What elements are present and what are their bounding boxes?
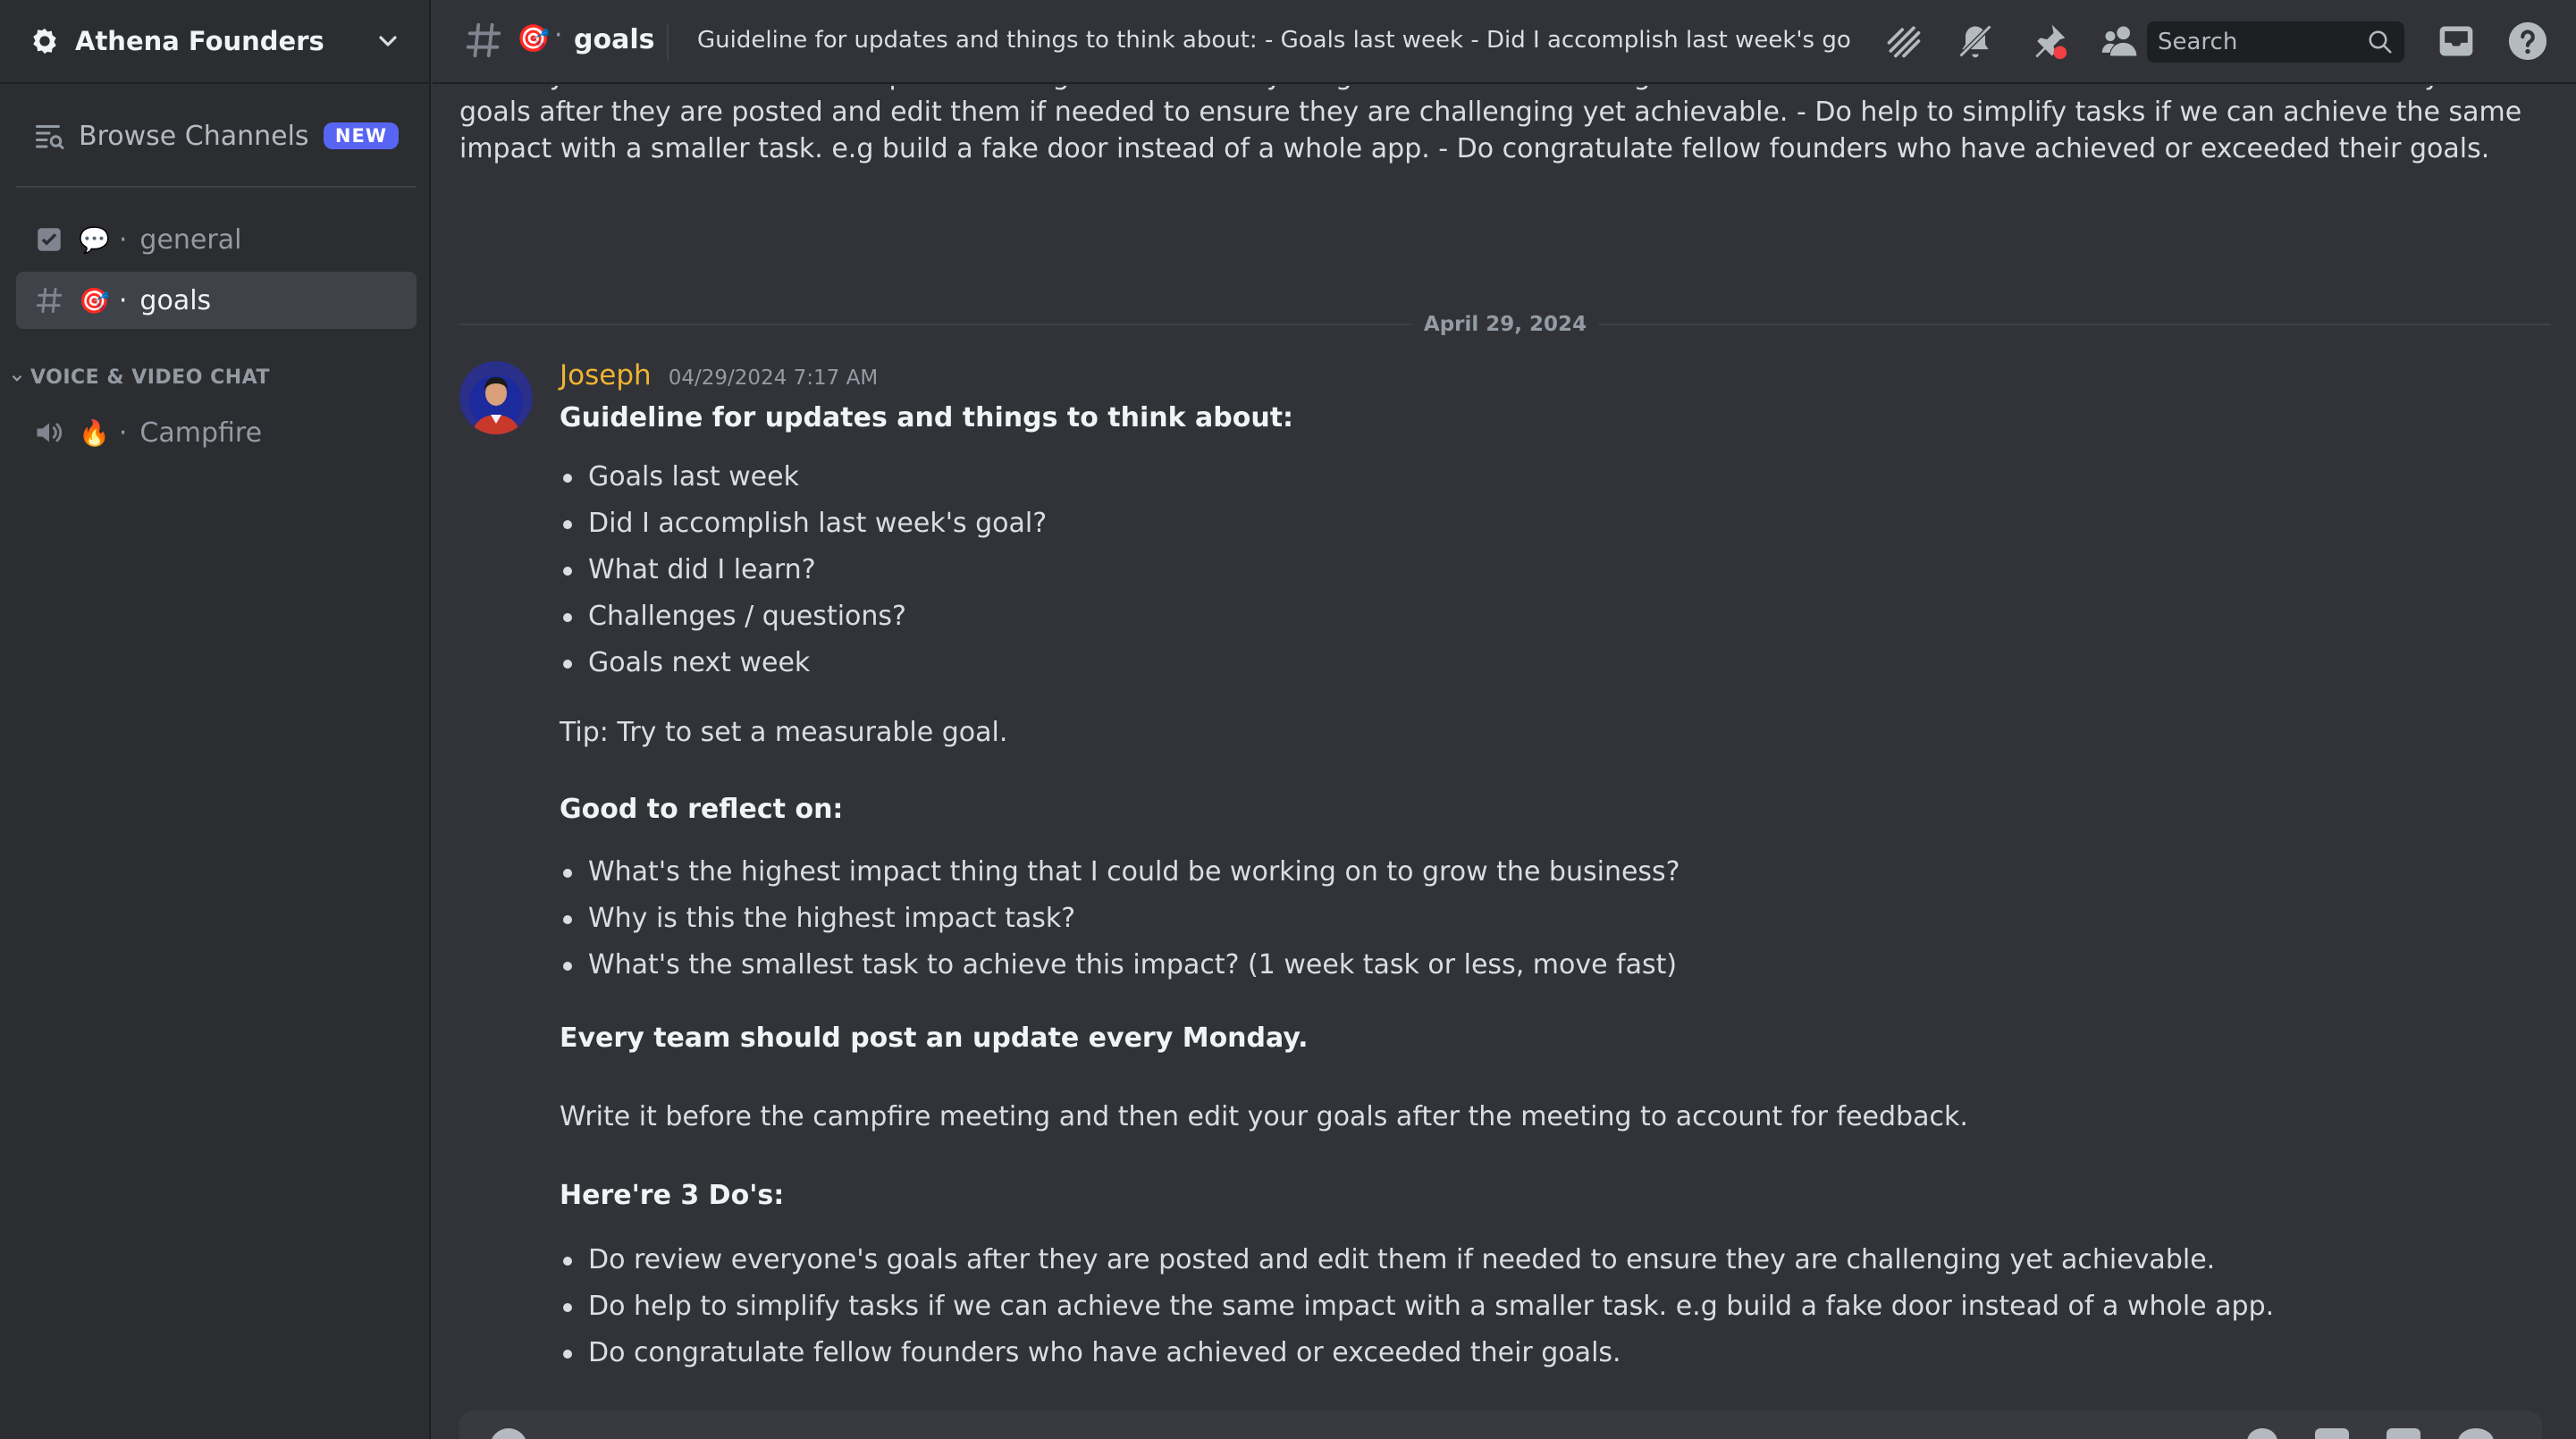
server-name: Athena Founders: [75, 26, 324, 56]
message-paragraph: Write it before the campfire meeting and…: [560, 1101, 1968, 1132]
search-box[interactable]: [2147, 21, 2404, 63]
message-heading: Every team should post an update every M…: [560, 1022, 1309, 1054]
channel-header: 🎯 · goals Guideline for updates and thin…: [433, 0, 2576, 84]
list-item: What did I learn?: [560, 547, 2544, 593]
voice-category-header[interactable]: VOICE & VIDEO CHAT: [9, 366, 270, 389]
channel-name: goals: [139, 284, 212, 316]
message-header: Joseph 04/29/2024 7:17 AM: [560, 359, 878, 391]
author-name[interactable]: Joseph: [560, 359, 652, 391]
search-icon: [2369, 30, 2392, 54]
message-heading: Guideline for updates and things to thin…: [560, 402, 1294, 433]
browse-channels-icon: [32, 119, 66, 153]
list-item: What's the highest impact thing that I c…: [560, 849, 2544, 896]
date-divider-label: April 29, 2024: [1423, 313, 1587, 336]
tip-text: Tip: Try to set a measurable goal.: [560, 717, 1008, 748]
browse-channels-label: Browse Channels: [79, 120, 309, 152]
inbox-icon[interactable]: [2435, 20, 2478, 63]
message-timestamp: 04/29/2024 7:17 AM: [668, 366, 879, 390]
separator-dot: ·: [554, 20, 563, 51]
channel-emoji: 🔥: [79, 417, 110, 448]
pin-icon[interactable]: [2027, 20, 2070, 63]
help-icon[interactable]: [2506, 20, 2549, 63]
server-guide-icon: [29, 25, 61, 57]
header-divider: [667, 23, 669, 61]
notification-muted-icon[interactable]: [1954, 20, 1997, 63]
sidebar-divider: [16, 186, 417, 188]
previous-message-text: Monday. Write it before the campfire mee…: [459, 86, 2522, 164]
avatar[interactable]: [459, 361, 533, 434]
message-list[interactable]: Monday. Write it before the campfire mee…: [433, 86, 2576, 1439]
message-composer[interactable]: [459, 1410, 2542, 1439]
sidebar-item-campfire[interactable]: 🔥 · Campfire: [16, 404, 417, 461]
list-item: Do congratulate fellow founders who have…: [560, 1330, 2544, 1376]
separator-dot: ·: [118, 417, 128, 449]
server-header[interactable]: Athena Founders: [0, 0, 431, 84]
threads-icon[interactable]: [1882, 20, 1925, 63]
member-list-icon[interactable]: [2099, 20, 2142, 63]
channel-emoji: 🎯: [79, 285, 110, 316]
list-item: Challenges / questions?: [560, 593, 2544, 640]
sidebar-item-goals[interactable]: 🎯 · goals: [16, 272, 417, 329]
list-item: Goals next week: [560, 640, 2544, 686]
list-item: Do review everyone's goals after they ar…: [560, 1237, 2544, 1283]
message-heading: Good to reflect on:: [560, 794, 844, 825]
divider-line: [1599, 324, 2551, 325]
chevron-down-icon: [12, 374, 22, 382]
sidebar-item-general[interactable]: 💬 · general: [16, 211, 417, 268]
speaker-icon: [32, 416, 66, 450]
list-item: Do help to simplify tasks if we can achi…: [560, 1283, 2544, 1330]
separator-dot: ·: [118, 284, 128, 316]
channel-emoji: 🎯: [517, 23, 551, 55]
hash-icon: [466, 22, 501, 58]
emoji-icon[interactable]: [2458, 1428, 2494, 1439]
chevron-down-icon[interactable]: [374, 27, 402, 55]
list-item: What's the smallest task to achieve this…: [560, 942, 2544, 989]
channel-sidebar: Athena Founders Browse Channels NEW 💬 · …: [0, 0, 431, 1439]
channel-title: goals: [574, 24, 655, 55]
new-badge: NEW: [323, 122, 399, 149]
channel-emoji: 💬: [79, 224, 110, 255]
search-input[interactable]: [2158, 29, 2367, 55]
list-item: Why is this the highest impact task?: [560, 896, 2544, 942]
list-item: Goals last week: [560, 454, 2544, 501]
channel-topic[interactable]: Guideline for updates and things to thin…: [697, 27, 1850, 54]
add-attachment-icon[interactable]: [490, 1428, 527, 1439]
sticker-icon[interactable]: [2387, 1428, 2420, 1439]
browse-channels[interactable]: Browse Channels NEW: [16, 107, 417, 164]
date-divider: April 29, 2024: [459, 311, 2551, 338]
divider-line: [459, 324, 1411, 325]
bullet-list: What's the highest impact thing that I c…: [560, 849, 2544, 989]
message-content: Guideline for updates and things to thin…: [560, 402, 2544, 1376]
channel-name: Campfire: [139, 417, 263, 449]
separator-dot: ·: [118, 223, 128, 256]
gift-icon[interactable]: [2247, 1428, 2277, 1439]
bullet-list: Do review everyone's goals after they ar…: [560, 1237, 2544, 1376]
message-heading: Here're 3 Do's:: [560, 1180, 785, 1211]
list-item: Did I accomplish last week's goal?: [560, 501, 2544, 547]
rules-checkbox-icon: [32, 223, 66, 257]
voice-category-label: VOICE & VIDEO CHAT: [30, 366, 270, 389]
hash-icon: [32, 283, 66, 317]
gif-icon[interactable]: [2315, 1428, 2349, 1439]
bullet-list: Goals last week Did I accomplish last we…: [560, 454, 2544, 686]
channel-name: general: [139, 223, 242, 256]
